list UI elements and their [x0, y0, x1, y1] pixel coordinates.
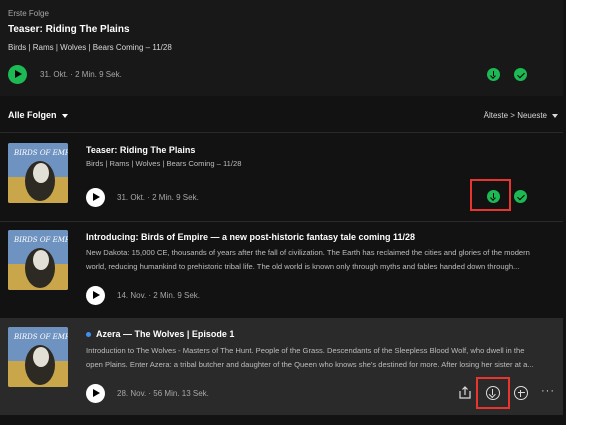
episode-title[interactable]: Teaser: Riding The Plains	[86, 145, 195, 155]
first-episode-title[interactable]: Teaser: Riding The Plains	[8, 24, 130, 35]
episode-description-line: New Dakota: 15,000 CE, thousands of year…	[86, 248, 530, 257]
episode-filter-label: Alle Folgen	[8, 110, 57, 120]
played-check-icon[interactable]	[514, 190, 527, 203]
highlight-box	[476, 377, 510, 409]
chevron-down-icon	[552, 113, 558, 118]
episode-description-line: open Plains. Enter Azera: a tribal butch…	[86, 360, 534, 369]
first-episode-card: Erste Folge Teaser: Riding The Plains Bi…	[0, 0, 563, 96]
episode-description-line: Introduction to The Wolves - Masters of …	[86, 346, 525, 355]
episode-meta: 31. Okt. · 2 Min. 9 Sek.	[117, 193, 199, 202]
episode-play-button[interactable]	[86, 384, 105, 403]
cover-text: BIRDS OF EMPIRE	[13, 149, 68, 157]
sort-order-dropdown[interactable]: Älteste > Neueste	[484, 111, 558, 120]
episode-cover-art: BIRDS OF EMPIRE	[8, 143, 68, 203]
episode-title[interactable]: Azera — The Wolves | Episode 1	[86, 329, 234, 339]
add-to-playlist-button[interactable]	[514, 386, 528, 400]
episode-description: Birds | Rams | Wolves | Bears Coming – 1…	[86, 157, 556, 171]
cover-text: BIRDS OF EMPIRE	[13, 236, 68, 244]
chevron-down-icon	[61, 113, 68, 118]
episode-title-text: Azera — The Wolves | Episode 1	[96, 329, 235, 339]
more-options-button[interactable]: ···	[541, 385, 555, 397]
episode-description: New Dakota: 15,000 CE, thousands of year…	[86, 246, 556, 274]
episode-description-line: Birds | Rams | Wolves | Bears Coming – 1…	[86, 159, 242, 168]
episode-play-button[interactable]	[86, 286, 105, 305]
episode-title[interactable]: Introducing: Birds of Empire — a new pos…	[86, 232, 415, 242]
played-check-icon[interactable]	[514, 68, 527, 81]
episode-description: Introduction to The Wolves - Masters of …	[86, 344, 556, 372]
cover-text: BIRDS OF EMPIRE	[13, 333, 68, 341]
downloaded-icon[interactable]	[487, 68, 500, 81]
first-episode-meta: 31. Okt. · 2 Min. 9 Sek.	[40, 70, 122, 79]
first-episode-play-button[interactable]	[8, 65, 27, 84]
first-episode-label: Erste Folge	[8, 9, 49, 18]
episode-play-button[interactable]	[86, 188, 105, 207]
new-episode-dot-icon	[86, 332, 91, 338]
episode-cover-art: BIRDS OF EMPIRE	[8, 327, 68, 387]
episode-description-line: world, reducing humankind to prehistoric…	[86, 262, 520, 271]
episode-meta: 14. Nov. · 2 Min. 9 Sek.	[117, 291, 200, 300]
share-icon[interactable]	[459, 386, 471, 399]
episode-row[interactable]: BIRDS OF EMPIRE Introducing: Birds of Em…	[0, 222, 563, 318]
highlight-box	[470, 179, 511, 211]
episode-cover-art: BIRDS OF EMPIRE	[8, 230, 68, 290]
first-episode-description: Birds | Rams | Wolves | Bears Coming – 1…	[8, 43, 172, 52]
sort-order-label: Älteste > Neueste	[483, 111, 547, 120]
episode-filter-dropdown[interactable]: Alle Folgen	[8, 110, 68, 120]
outer-background	[566, 0, 600, 425]
episode-meta: 28. Nov. · 56 Min. 13 Sek.	[117, 389, 209, 398]
